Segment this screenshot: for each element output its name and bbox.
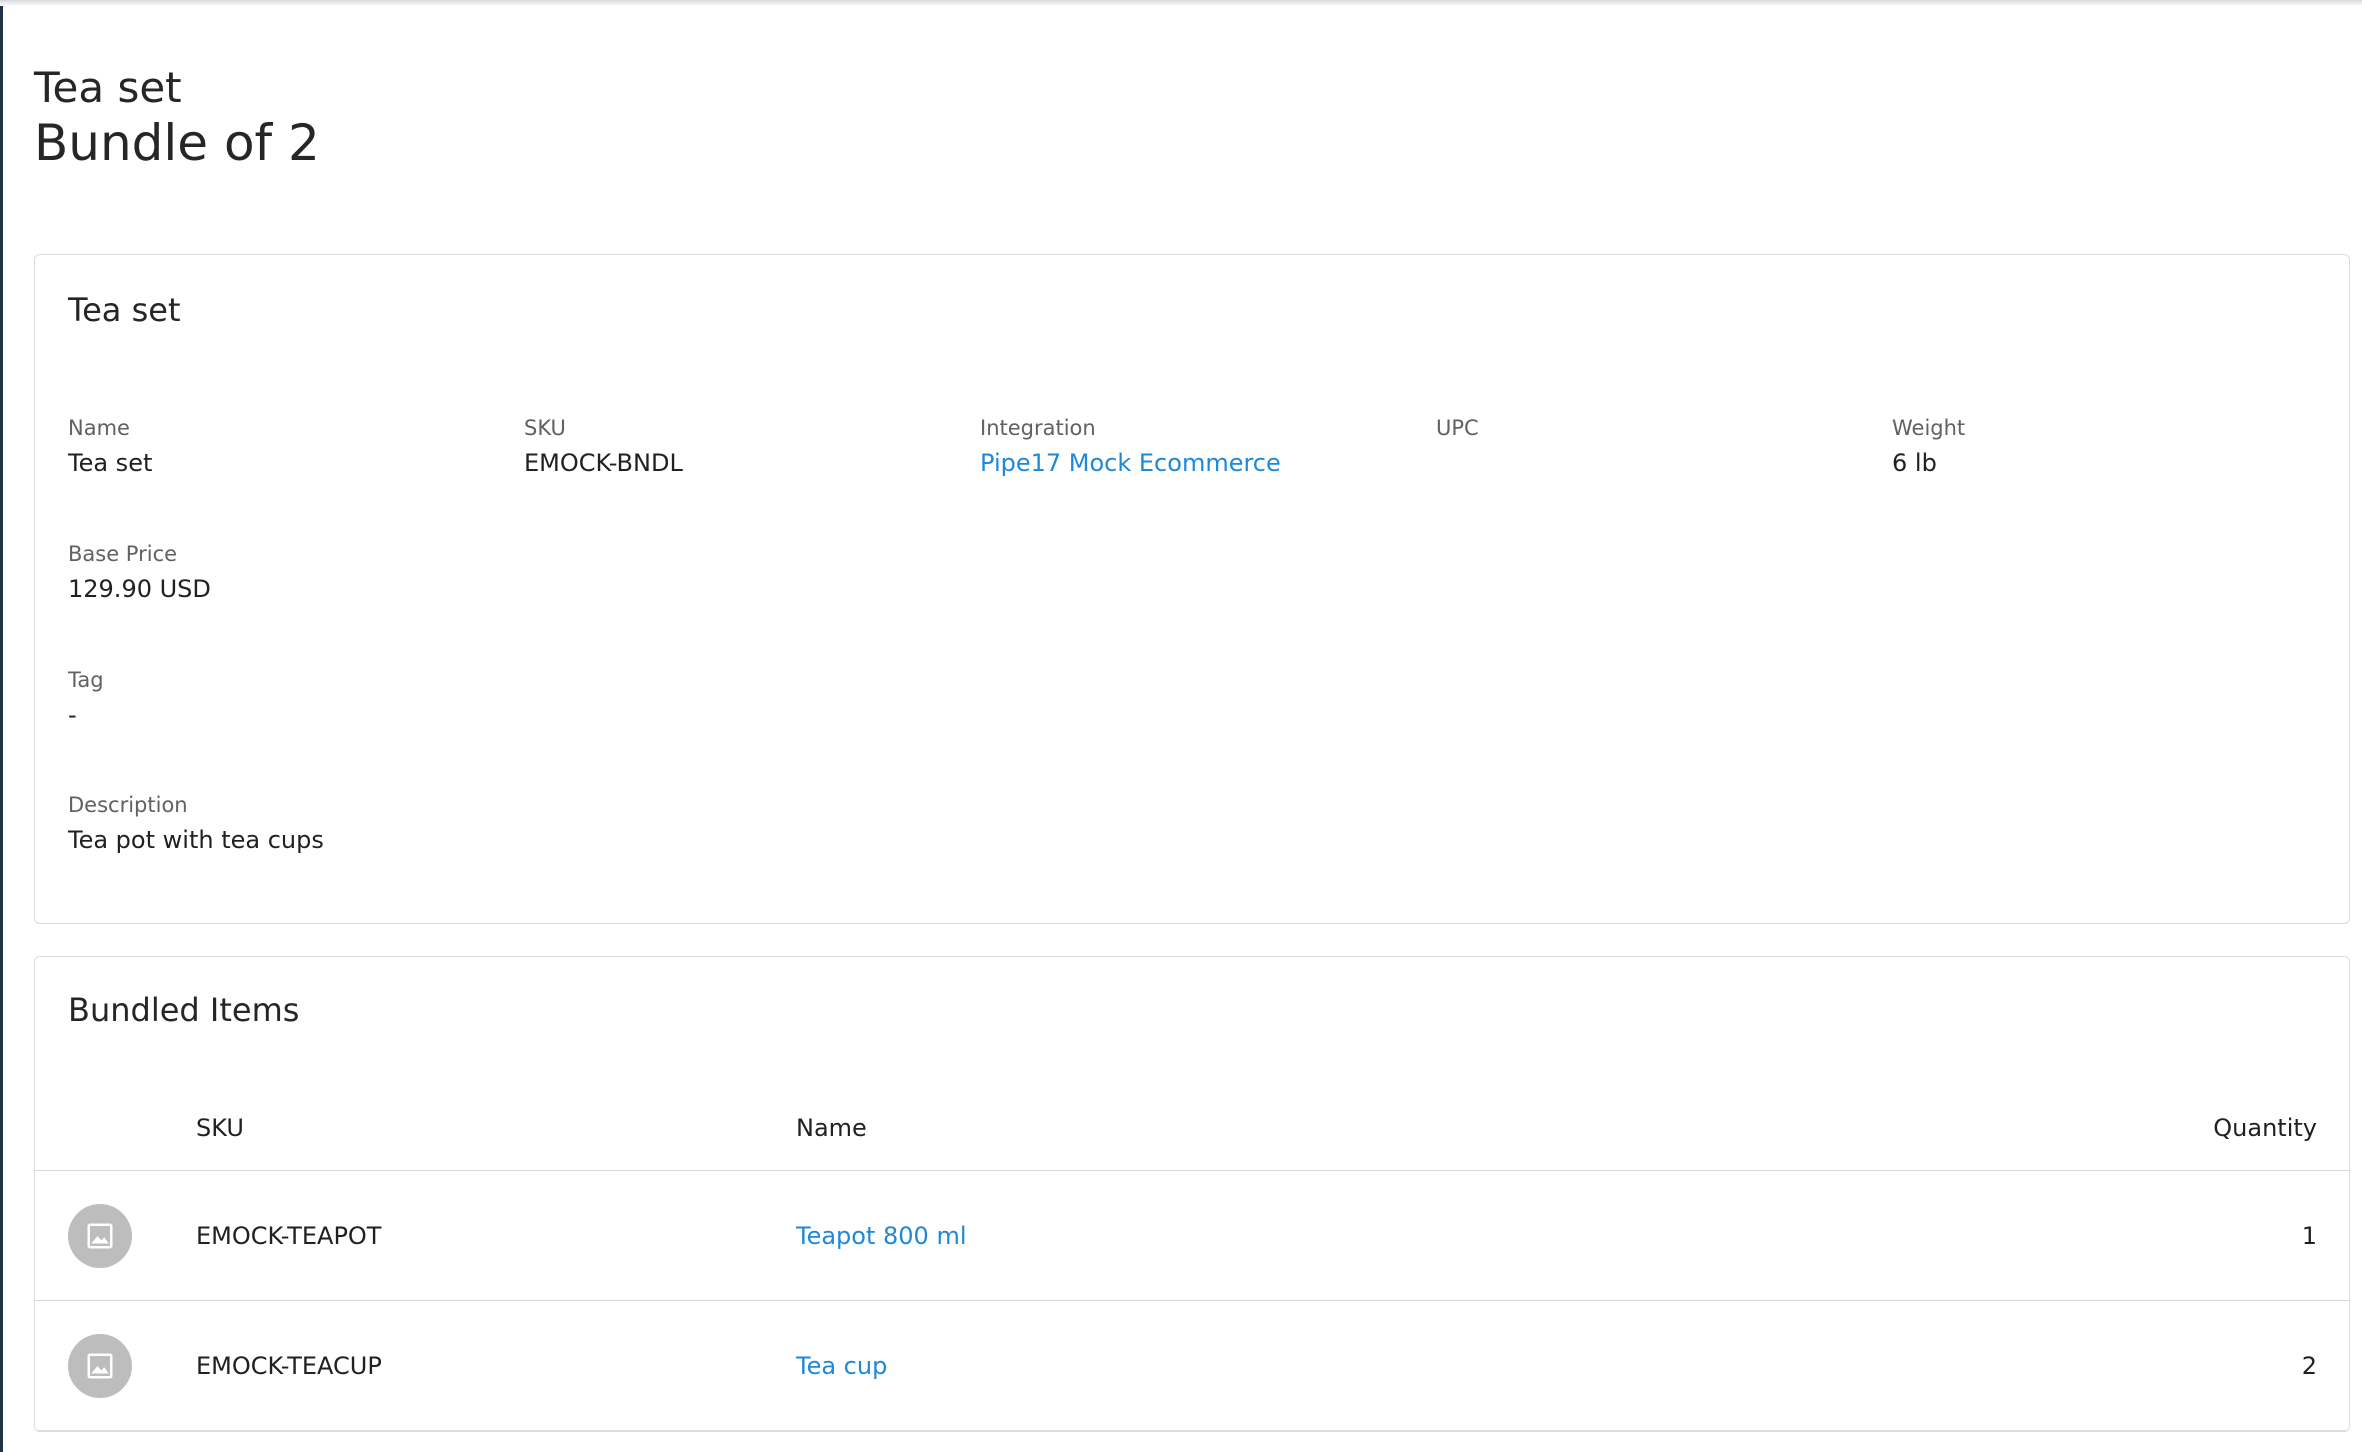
field-tag: Tag - [68,667,104,731]
column-header-sku[interactable]: SKU [196,1114,244,1142]
field-label: Integration [980,416,1096,440]
field-label: SKU [524,416,566,440]
row-quantity: 2 [2301,1352,2317,1380]
top-bar-shadow [0,0,2362,6]
details-card-title: Tea set [68,291,181,329]
field-value: 129.90 USD [68,575,211,603]
column-header-name[interactable]: Name [796,1114,867,1142]
field-value: Tea set [68,449,153,477]
field-label: Weight [1892,416,1966,440]
field-value: - [68,701,77,729]
integration-link[interactable]: Pipe17 Mock Ecommerce [980,447,1281,479]
field-upc: UPC [1436,415,1479,447]
table-row: EMOCK-TEAPOT Teapot 800 ml 1 [35,1171,2349,1301]
field-label: Description [68,793,188,817]
field-label: UPC [1436,416,1479,440]
field-sku: SKU EMOCK-BNDL [524,415,683,479]
field-name: Name Tea set [68,415,152,479]
field-base-price: Base Price 129.90 USD [68,541,211,605]
field-label: Tag [68,668,104,692]
details-card: Tea set Name Tea set SKU EMOCK-BNDL Inte… [34,254,2350,924]
row-sku: EMOCK-TEAPOT [196,1222,382,1250]
row-name-link[interactable]: Tea cup [796,1351,887,1381]
page-header: Tea set Bundle of 2 [34,62,320,172]
table-row: EMOCK-TEACUP Tea cup 2 [35,1301,2349,1431]
row-name-link[interactable]: Teapot 800 ml [796,1221,967,1251]
bundled-items-card: Bundled Items SKU Name Quantity EMOCK-TE… [34,956,2350,1432]
image-placeholder-icon [68,1204,132,1268]
field-value: EMOCK-BNDL [524,449,683,477]
column-header-quantity[interactable]: Quantity [2213,1114,2317,1142]
field-label: Base Price [68,542,178,566]
row-quantity: 1 [2301,1222,2317,1250]
page-title: Tea set [34,63,182,112]
field-description: Description Tea pot with tea cups [68,792,324,856]
bundled-items-title: Bundled Items [68,991,300,1029]
field-label: Name [68,416,130,440]
sidebar-edge [0,0,3,1452]
image-placeholder-icon [68,1334,132,1398]
field-weight: Weight 6 lb [1892,415,1965,479]
field-value: 6 lb [1892,449,1937,477]
row-sku: EMOCK-TEACUP [196,1352,382,1380]
field-value: Tea pot with tea cups [68,826,324,854]
table-header: SKU Name Quantity [35,1085,2349,1171]
field-integration: Integration Pipe17 Mock Ecommerce [980,415,1281,479]
page-subtitle: Bundle of 2 [34,114,320,172]
